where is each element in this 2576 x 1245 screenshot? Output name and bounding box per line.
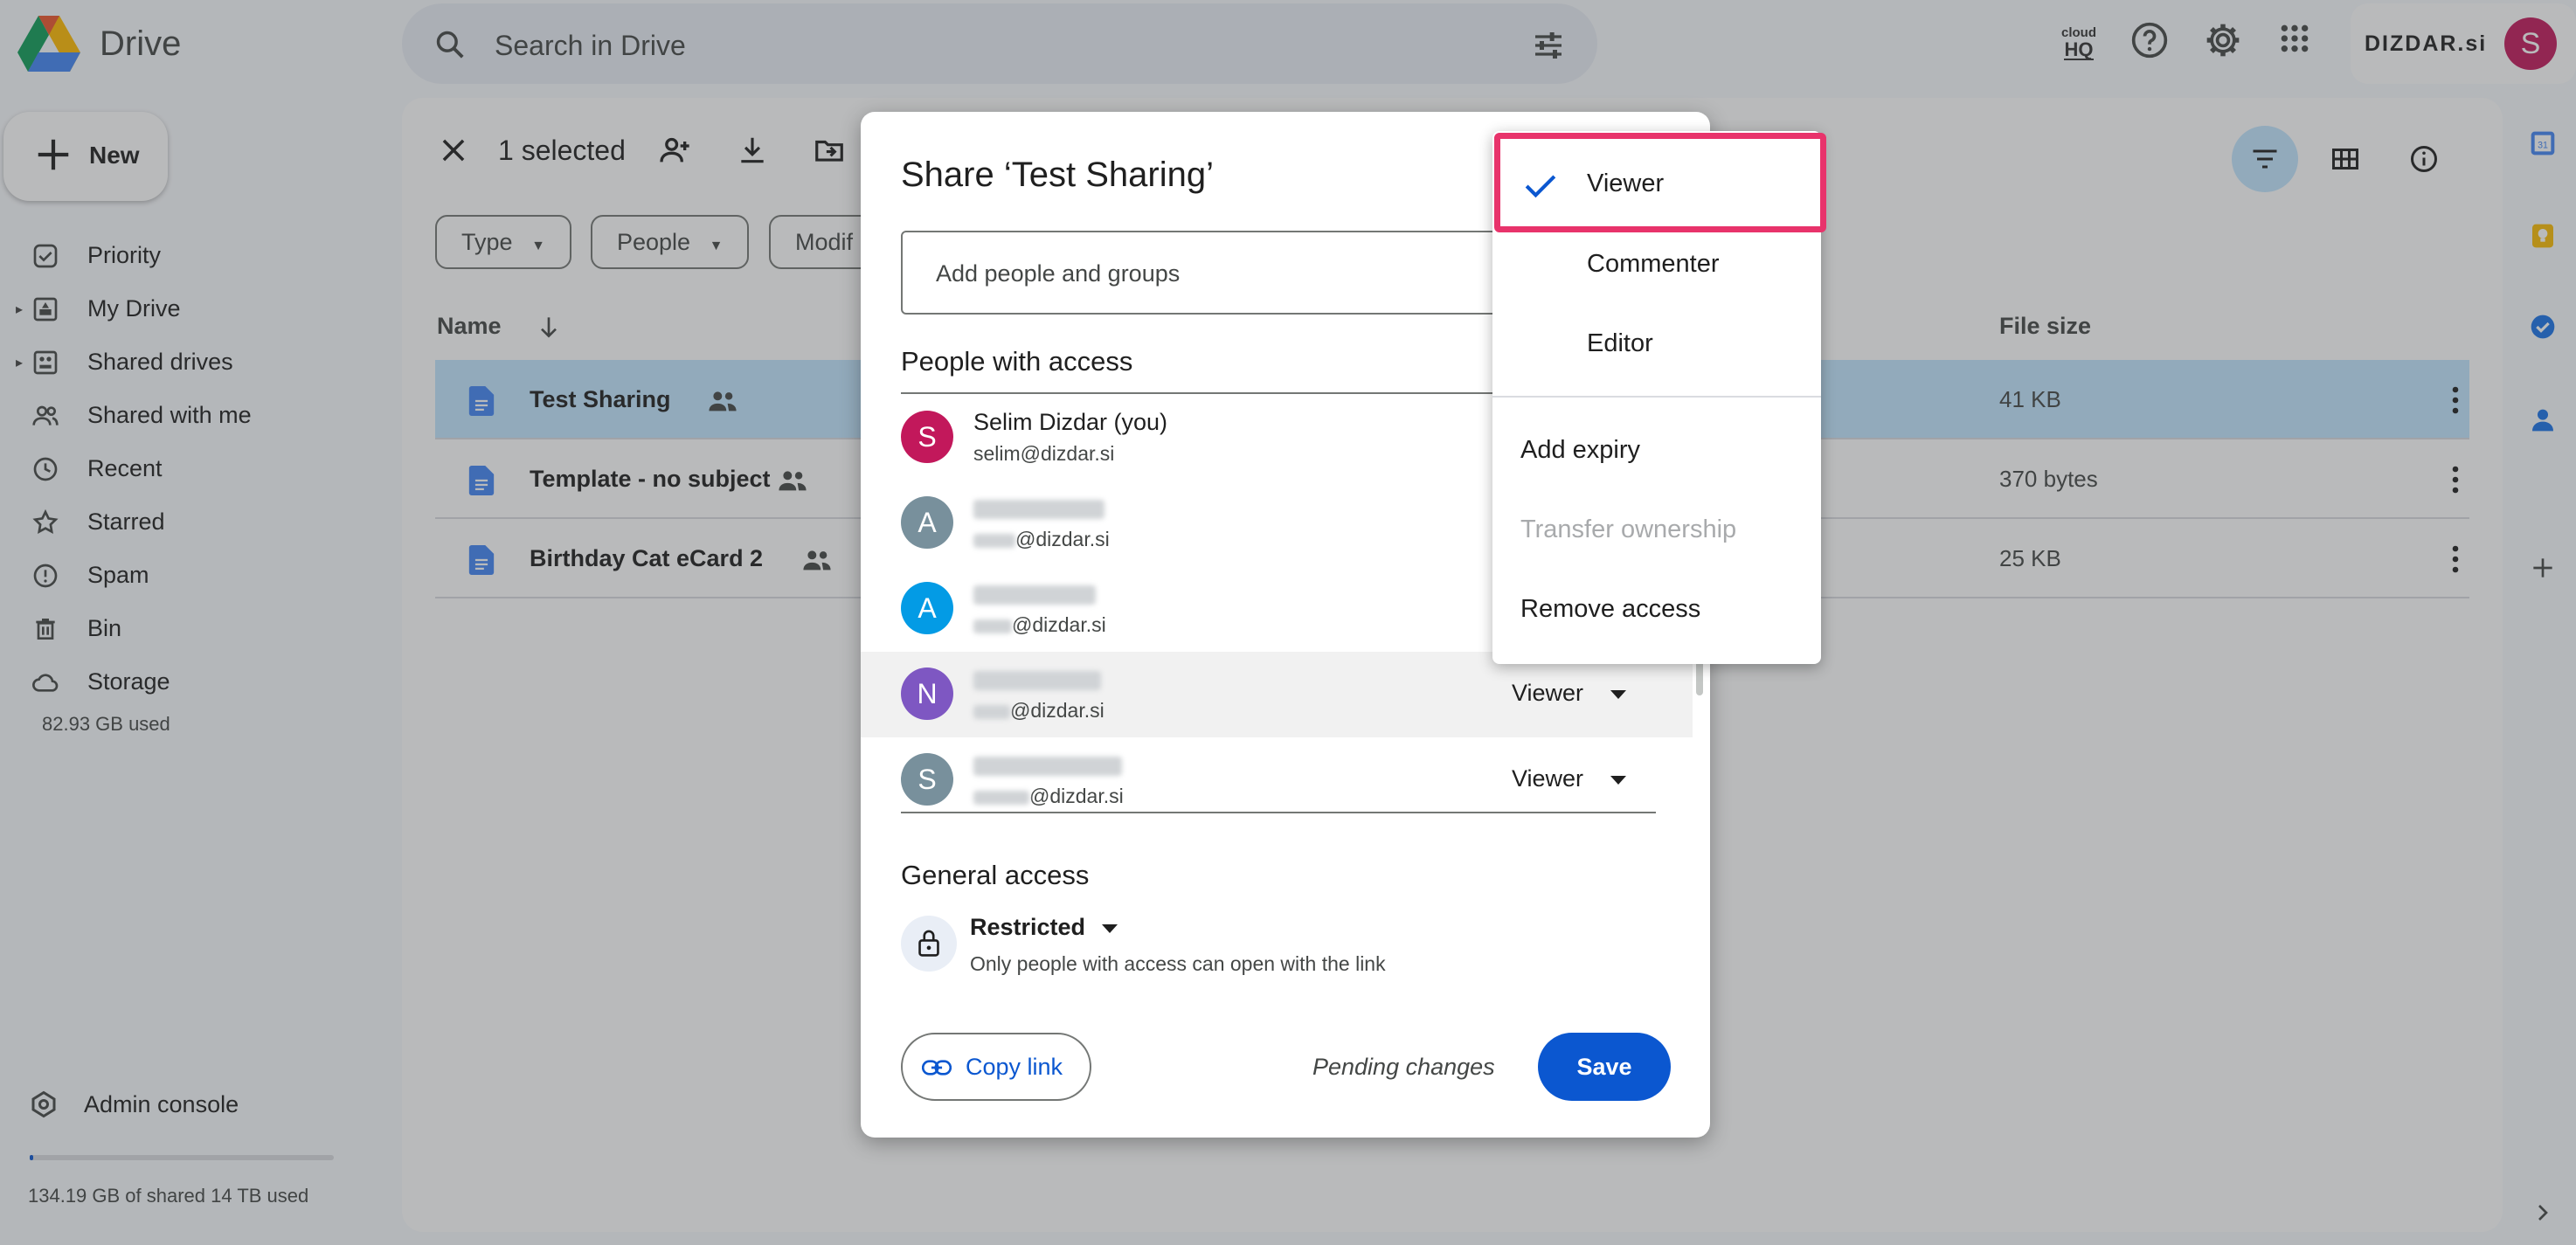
menu-item-editor[interactable]: Editor [1492, 305, 1821, 384]
menu-item-label: Remove access [1520, 595, 1701, 623]
person-avatar: S [901, 753, 953, 806]
menu-item-add-expiry[interactable]: Add expiry [1492, 412, 1821, 490]
menu-item-transfer-ownership: Transfer ownership [1492, 491, 1821, 570]
person-name [973, 751, 1122, 778]
general-access-description: Only people with access can open with th… [970, 952, 1386, 975]
highlight-annotation-box [1494, 133, 1826, 232]
role-dropdown[interactable]: Viewer [1512, 765, 1583, 792]
dialog-title: Share ‘Test Sharing’ [901, 156, 1214, 194]
copy-link-button[interactable]: Copy link [901, 1033, 1091, 1101]
person-name: Selim Dizdar (you) [973, 409, 1168, 435]
menu-divider [1492, 396, 1821, 398]
general-access-heading: General access [901, 860, 1090, 890]
email-domain: @dizdar.si [1012, 613, 1106, 636]
person-avatar: A [901, 582, 953, 634]
menu-item-remove-access[interactable]: Remove access [1492, 571, 1821, 649]
person-row: N @dizdar.si Viewer [861, 652, 1693, 737]
person-avatar: A [901, 496, 953, 549]
person-email: @dizdar.si [973, 613, 1106, 637]
email-domain: @dizdar.si [1010, 699, 1104, 722]
people-with-access-heading: People with access [901, 346, 1133, 377]
person-email: @dizdar.si [973, 785, 1124, 808]
person-avatar: S [901, 411, 953, 463]
menu-item-commenter[interactable]: Commenter [1492, 225, 1821, 304]
menu-item-label: Add expiry [1520, 436, 1641, 464]
divider [901, 812, 1656, 813]
copy-link-label: Copy link [966, 1054, 1063, 1080]
general-access-dropdown[interactable]: Restricted [970, 914, 1085, 941]
lock-badge [901, 916, 957, 972]
person-email: @dizdar.si [973, 699, 1104, 723]
person-name [973, 495, 1104, 522]
person-row: S @dizdar.si Viewer [861, 737, 1693, 823]
person-name [973, 580, 1096, 607]
menu-item-label: Commenter [1587, 250, 1720, 278]
link-icon [922, 1060, 952, 1076]
person-email: selim@dizdar.si [973, 442, 1115, 465]
dropdown-caret-icon[interactable] [1610, 690, 1626, 699]
email-domain: @dizdar.si [1015, 528, 1110, 550]
dropdown-caret-icon[interactable] [1102, 924, 1118, 933]
role-dropdown[interactable]: Viewer [1512, 680, 1583, 707]
person-name [973, 666, 1101, 693]
save-button[interactable]: Save [1538, 1033, 1671, 1101]
person-email: @dizdar.si [973, 528, 1110, 551]
menu-item-label: Transfer ownership [1520, 515, 1737, 543]
person-avatar: N [901, 667, 953, 720]
lock-icon [918, 930, 939, 957]
menu-item-label: Editor [1587, 329, 1653, 357]
email-domain: @dizdar.si [1029, 785, 1124, 807]
dropdown-caret-icon[interactable] [1610, 776, 1626, 785]
add-people-placeholder: Add people and groups [936, 260, 1181, 287]
pending-changes-text: Pending changes [1312, 1054, 1495, 1080]
